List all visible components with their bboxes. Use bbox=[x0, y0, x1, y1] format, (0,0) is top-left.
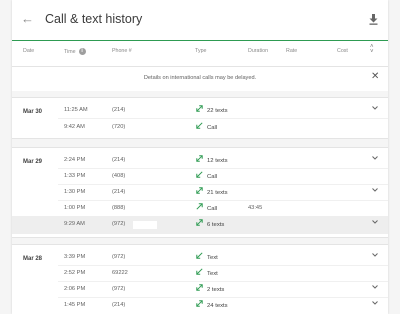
page-title: Call & text history bbox=[45, 12, 143, 26]
incoming-icon bbox=[196, 171, 203, 178]
chevron-down-icon[interactable] bbox=[372, 301, 378, 305]
redacted-area bbox=[133, 221, 157, 229]
row-divider bbox=[58, 297, 388, 298]
phone-cell: (972) bbox=[112, 221, 126, 227]
column-time[interactable]: Time i bbox=[64, 48, 86, 60]
type-label: 12 texts bbox=[207, 158, 228, 164]
phone-cell: (972) bbox=[112, 254, 126, 260]
date-label: Mar 30 bbox=[23, 109, 43, 115]
info-icon[interactable]: i bbox=[78, 48, 86, 55]
outgoing-icon bbox=[196, 203, 203, 210]
notice-text: Details on international calls may be de… bbox=[143, 75, 257, 81]
incoming-icon bbox=[196, 268, 203, 275]
chevron-down-icon[interactable] bbox=[372, 253, 378, 257]
type-label: 6 texts bbox=[207, 222, 225, 228]
incoming-outgoing-icon bbox=[196, 284, 203, 291]
time-cell: 2:06 PM bbox=[64, 286, 86, 292]
phone-cell: (720) bbox=[112, 124, 126, 130]
divider bbox=[12, 244, 388, 245]
divider bbox=[12, 97, 388, 98]
column-date[interactable]: Date bbox=[23, 48, 34, 60]
column-phone[interactable]: Phone # bbox=[112, 48, 132, 60]
date-label: Mar 29 bbox=[23, 159, 43, 165]
time-cell: 11:25 AM bbox=[64, 107, 88, 113]
divider bbox=[12, 237, 388, 238]
incoming-outgoing-icon bbox=[196, 105, 203, 112]
time-cell: 3:39 PM bbox=[64, 254, 86, 260]
phone-cell: (888) bbox=[112, 205, 126, 211]
phone-cell: (408) bbox=[112, 173, 126, 179]
row-divider bbox=[58, 281, 388, 282]
time-cell: 2:24 PM bbox=[64, 157, 86, 163]
incoming-icon bbox=[196, 122, 203, 129]
row-divider bbox=[58, 118, 388, 119]
type-label: 22 texts bbox=[207, 108, 228, 114]
column-time-label: Time bbox=[64, 48, 76, 55]
time-cell: 9:42 AM bbox=[64, 124, 85, 130]
type-label: Text bbox=[207, 271, 218, 277]
phone-cell: (214) bbox=[112, 302, 126, 308]
duration-cell: 43:45 bbox=[248, 205, 263, 211]
time-cell: 1:33 PM bbox=[64, 173, 86, 179]
phone-cell: (214) bbox=[112, 107, 126, 113]
column-cost[interactable]: Cost bbox=[337, 48, 348, 60]
row-divider bbox=[58, 200, 388, 201]
divider bbox=[12, 138, 388, 139]
time-cell: 1:00 PM bbox=[64, 205, 86, 211]
column-type[interactable]: Type bbox=[195, 48, 206, 60]
incoming-outgoing-icon bbox=[196, 155, 203, 162]
incoming-outgoing-icon bbox=[196, 187, 203, 194]
phone-cell: (214) bbox=[112, 157, 126, 163]
incoming-outgoing-icon bbox=[196, 300, 203, 307]
notice-banner: Details on international calls may be de… bbox=[12, 68, 388, 90]
divider bbox=[12, 66, 388, 67]
sort-icon[interactable]: ˄ ˅ bbox=[370, 44, 374, 55]
chevron-down-icon[interactable] bbox=[372, 188, 378, 192]
row-divider bbox=[58, 265, 388, 266]
incoming-icon bbox=[196, 252, 203, 259]
row-divider bbox=[58, 184, 388, 185]
page-header: ← Call & text history bbox=[12, 0, 388, 41]
date-label: Mar 28 bbox=[23, 256, 43, 262]
incoming-outgoing-icon bbox=[196, 219, 203, 226]
call-history-card: ← Call & text history Date Time i Phone #… bbox=[12, 0, 388, 314]
column-duration[interactable]: Duration bbox=[248, 48, 268, 60]
arrow-left-icon[interactable]: ← bbox=[21, 11, 34, 26]
time-cell: 2:52 PM bbox=[64, 270, 86, 276]
time-cell: 1:30 PM bbox=[64, 189, 86, 195]
phone-cell: (972) bbox=[112, 286, 126, 292]
phone-cell: 69222 bbox=[112, 270, 128, 276]
type-label: 24 texts bbox=[207, 303, 228, 309]
type-label: 21 texts bbox=[207, 190, 228, 196]
divider bbox=[12, 147, 388, 148]
row-divider bbox=[58, 168, 388, 169]
chevron-down-icon[interactable] bbox=[372, 220, 378, 224]
type-label: Call bbox=[207, 174, 218, 180]
time-cell: 1:45 PM bbox=[64, 302, 86, 308]
time-cell: 9:29 AM bbox=[64, 221, 85, 227]
phone-cell: (214) bbox=[112, 189, 126, 195]
section-gap bbox=[12, 139, 388, 147]
type-label: Call bbox=[207, 125, 218, 131]
type-label: 2 texts bbox=[207, 287, 225, 293]
type-label: Call bbox=[207, 206, 218, 212]
close-icon[interactable]: ✕ bbox=[371, 72, 379, 82]
chevron-down-icon[interactable] bbox=[372, 285, 378, 289]
chevron-down-icon[interactable] bbox=[372, 106, 378, 110]
type-label: Text bbox=[207, 255, 218, 261]
chevron-down-icon[interactable] bbox=[372, 156, 378, 160]
download-icon[interactable] bbox=[369, 14, 378, 25]
column-rate[interactable]: Rate bbox=[286, 48, 297, 60]
